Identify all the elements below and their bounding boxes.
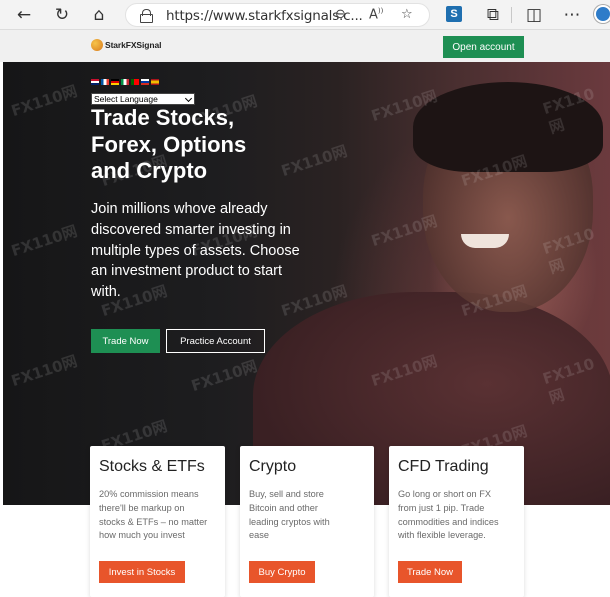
- hero-subtitle-line: with.: [91, 284, 121, 301]
- hero-title: Trade Stocks, Forex, Options and Crypto: [91, 105, 246, 185]
- hero-subtitle-line: multiple types of assets. Choose: [91, 242, 300, 259]
- language-select[interactable]: Select Language: [91, 93, 195, 105]
- invest-in-stocks-button[interactable]: Invest in Stocks: [99, 561, 185, 583]
- card-description: Go long or short on FX from just 1 pip. …: [398, 488, 499, 543]
- url-text[interactable]: https://www.starkfxsignals.c...: [166, 8, 363, 24]
- hero-title-line: Trade Stocks,: [91, 105, 235, 130]
- read-aloud-label: A: [369, 7, 378, 23]
- hero-subtitle: Join millions whove already discovered s…: [91, 199, 311, 303]
- card-desc-line: there'll be markup on: [99, 502, 185, 513]
- card-desc-line: ease: [249, 530, 269, 541]
- hero-person-smile: [461, 234, 509, 248]
- cfd-trade-now-button[interactable]: Trade Now: [398, 561, 462, 583]
- flag-ru-icon[interactable]: [141, 79, 149, 85]
- logo-text: StarkFXSignal: [105, 40, 162, 50]
- favorite-icon[interactable]: ☆: [401, 7, 413, 22]
- hero-subtitle-line: an investment product to start: [91, 263, 283, 280]
- address-bar[interactable]: https://www.starkfxsignals.c... ⊖ A)) ☆: [125, 3, 430, 27]
- hero-subtitle-line: discovered smarter investing in: [91, 221, 291, 238]
- card-desc-line: leading cryptos with: [249, 516, 330, 527]
- buy-crypto-button[interactable]: Buy Crypto: [249, 561, 315, 583]
- home-icon[interactable]: ⌂: [87, 4, 111, 26]
- site-header: StarkFXSignal Open account: [0, 30, 610, 62]
- card-desc-line: from just 1 pip. Trade: [398, 502, 485, 513]
- hero-person-hair: [413, 82, 603, 172]
- card-desc-line: Buy, sell and store: [249, 489, 324, 499]
- card-description: Buy, sell and store Bitcoin and other le…: [249, 488, 330, 543]
- card-desc-line: Bitcoin and other: [249, 502, 318, 513]
- profile-icon[interactable]: [594, 5, 610, 23]
- card-desc-line: 20% commission means: [99, 489, 199, 499]
- refresh-icon[interactable]: ↻: [50, 4, 74, 26]
- language-flags: [91, 79, 159, 85]
- more-icon[interactable]: ⋯: [560, 4, 584, 26]
- card-stocks: Stocks & ETFs 20% commission means there…: [90, 446, 225, 597]
- flag-it-icon[interactable]: [121, 79, 129, 85]
- flag-es-icon[interactable]: [151, 79, 159, 85]
- card-title: Crypto: [249, 458, 297, 475]
- card-crypto: Crypto Buy, sell and store Bitcoin and o…: [240, 446, 374, 597]
- card-desc-line: how much you invest: [99, 530, 185, 541]
- practice-account-button[interactable]: Practice Account: [166, 329, 265, 353]
- card-desc-line: stocks & ETFs – no matter: [99, 516, 208, 527]
- flag-de-icon[interactable]: [111, 79, 119, 85]
- back-icon[interactable]: ←: [12, 4, 36, 26]
- logo-mark-icon: [91, 39, 103, 51]
- split-screen-icon[interactable]: ◫: [522, 4, 546, 26]
- card-title: CFD Trading: [398, 458, 489, 475]
- open-account-button[interactable]: Open account: [443, 36, 524, 58]
- hero-subtitle-line: Join millions whove already: [91, 201, 268, 217]
- card-description: 20% commission means there'll be markup …: [99, 488, 207, 543]
- extension-s-icon[interactable]: S: [446, 6, 462, 22]
- toolbar-divider: [511, 7, 512, 23]
- flag-en-icon[interactable]: [91, 79, 99, 85]
- lock-icon[interactable]: [140, 9, 153, 23]
- trade-now-button[interactable]: Trade Now: [91, 329, 160, 353]
- site-logo[interactable]: StarkFXSignal: [91, 39, 161, 51]
- browser-toolbar: ← ↻ ⌂ https://www.starkfxsignals.c... ⊖ …: [0, 0, 610, 30]
- card-title: Stocks & ETFs: [99, 458, 205, 475]
- read-aloud-icon[interactable]: A)): [369, 7, 383, 22]
- flag-fr-icon[interactable]: [101, 79, 109, 85]
- card-cfd: CFD Trading Go long or short on FX from …: [389, 446, 524, 597]
- card-desc-line: Go long or short on FX: [398, 489, 491, 499]
- card-desc-line: commodities and indices: [398, 516, 499, 527]
- card-desc-line: with flexible leverage.: [398, 530, 486, 541]
- flag-pt-icon[interactable]: [131, 79, 139, 85]
- extension-icon[interactable]: ⧉: [481, 4, 505, 26]
- hero-title-line: and Crypto: [91, 158, 208, 183]
- zoom-icon[interactable]: ⊖: [335, 7, 346, 22]
- hero-title-line: Forex, Options: [91, 131, 247, 157]
